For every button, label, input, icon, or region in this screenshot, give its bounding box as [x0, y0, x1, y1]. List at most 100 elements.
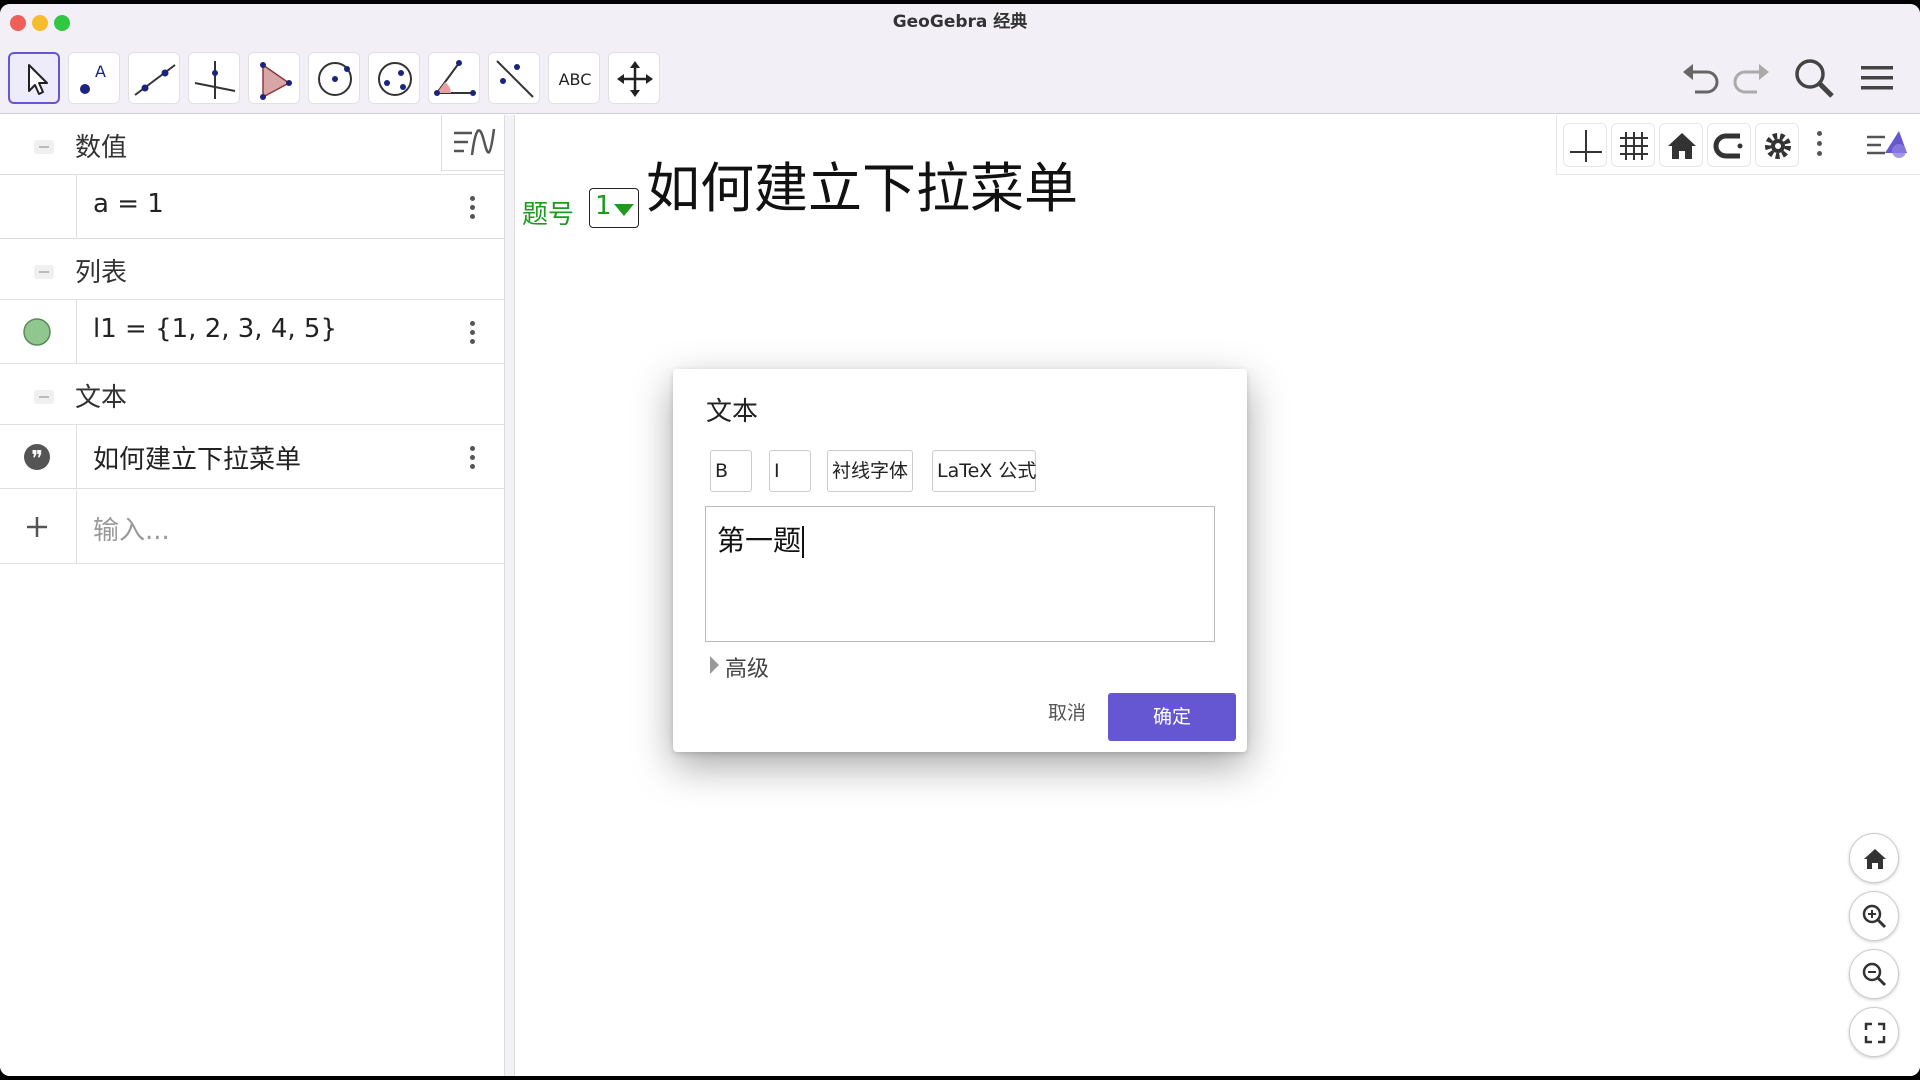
graphics-settings-button[interactable] — [1755, 123, 1799, 167]
move-graphics-tool-button[interactable] — [608, 52, 660, 104]
conic-tool-button[interactable] — [368, 52, 420, 104]
zoom-in-button[interactable] — [1849, 891, 1899, 941]
polygon-icon — [260, 62, 292, 100]
more-options-icon[interactable] — [1813, 129, 1825, 161]
svg-text:ABC: ABC — [559, 70, 592, 89]
algebra-view: 数值 a = 1 列表 l1 = {1, 2, 3, 4, 5} 文本 ❞ 如何… — [0, 115, 505, 1076]
svg-text:❞: ❞ — [31, 447, 43, 472]
quote-icon: ❞ — [24, 444, 50, 472]
search-button[interactable] — [1790, 54, 1838, 102]
dropdown-arrow-icon — [614, 204, 634, 216]
editor-text-value: 第一题 — [717, 524, 802, 557]
circle-icon — [318, 62, 352, 96]
section-label: 列表 — [75, 258, 128, 288]
svg-text:A: A — [95, 62, 106, 81]
section-header-text[interactable]: 文本 — [0, 365, 505, 425]
circle-tool-button[interactable] — [308, 52, 360, 104]
latex-formula-button[interactable]: LaTeX 公式 — [932, 450, 1036, 492]
main-menu-button[interactable] — [1853, 54, 1901, 102]
collapse-icon[interactable] — [34, 140, 54, 154]
fullscreen-button[interactable] — [1849, 1007, 1899, 1057]
more-options-icon[interactable] — [466, 443, 478, 473]
toolbar: A ABC — [0, 40, 1920, 114]
standard-view-button[interactable] — [1659, 123, 1703, 167]
home-icon — [1864, 849, 1886, 869]
redo-icon — [1733, 64, 1769, 94]
graphics-style-bar — [1556, 115, 1920, 175]
more-options-icon[interactable] — [466, 318, 478, 348]
collapse-icon[interactable] — [34, 390, 54, 404]
section-label: 文本 — [75, 383, 128, 413]
point-capturing-button[interactable] — [1707, 123, 1751, 167]
algebra-row-text1[interactable]: ❞ 如何建立下拉菜单 — [0, 425, 505, 489]
add-item-button[interactable] — [0, 490, 77, 564]
graphics-title-text[interactable]: 如何建立下拉菜单 — [646, 144, 1078, 223]
text-dialog: 文本 B I 衬线字体 LaTeX 公式 第一题 高级 取消 确定 — [673, 369, 1247, 752]
line-icon — [134, 64, 176, 96]
reflect-icon — [496, 60, 534, 98]
point-icon: A — [80, 62, 106, 94]
advanced-toggle[interactable]: 高级 — [725, 651, 769, 683]
axes-icon — [1570, 130, 1602, 162]
show-axes-button[interactable] — [1563, 123, 1607, 167]
zoom-in-icon — [1862, 904, 1887, 929]
panel-divider[interactable] — [505, 115, 515, 1076]
section-header-lists[interactable]: 列表 — [0, 240, 505, 300]
zoom-out-icon — [1862, 962, 1887, 987]
collapse-icon[interactable] — [34, 265, 54, 279]
dropdown-value: 1 — [595, 191, 612, 221]
line-tool-button[interactable] — [128, 52, 180, 104]
angle-icon — [434, 60, 476, 96]
magnet-capture-icon — [1713, 133, 1743, 159]
algebra-item-text[interactable]: l1 = {1, 2, 3, 4, 5} — [93, 314, 337, 344]
text-tool-icon: ABC — [559, 70, 592, 89]
reflect-tool-button[interactable] — [488, 52, 540, 104]
question-number-dropdown[interactable]: 1 — [589, 188, 639, 228]
algebra-row-a[interactable]: a = 1 — [0, 175, 505, 239]
cancel-button[interactable]: 取消 — [1017, 691, 1117, 735]
algebra-input-field[interactable]: 输入... — [93, 510, 170, 547]
section-label: 数值 — [75, 133, 128, 163]
visibility-toggle[interactable] — [0, 175, 77, 239]
redo-button[interactable] — [1727, 54, 1775, 102]
undo-button[interactable] — [1677, 54, 1725, 102]
show-grid-button[interactable] — [1611, 123, 1655, 167]
italic-button[interactable]: I — [769, 450, 811, 492]
move-graphics-icon — [617, 61, 653, 97]
algebra-item-text[interactable]: a = 1 — [93, 189, 164, 219]
plus-icon — [27, 517, 47, 537]
perpendicular-tool-button[interactable] — [188, 52, 240, 104]
toggle-style-bar-button[interactable] — [1861, 121, 1911, 169]
fullscreen-icon — [1864, 1022, 1886, 1044]
home-icon — [1668, 133, 1696, 159]
search-icon — [1795, 59, 1834, 98]
ok-button[interactable]: 确定 — [1108, 693, 1236, 741]
geogebra-window: GeoGebra 经典 A ABC 数值 a = 1 列表 l1 = {1, 2… — [0, 4, 1920, 1076]
visibility-toggle[interactable] — [0, 300, 77, 364]
zoom-out-button[interactable] — [1849, 949, 1899, 999]
algebra-input-row[interactable]: 输入... — [0, 490, 505, 564]
move-tool-button[interactable] — [8, 52, 60, 104]
editor-content[interactable]: 第一题 — [717, 519, 805, 559]
green-dot-icon — [23, 318, 51, 346]
polygon-tool-button[interactable] — [248, 52, 300, 104]
perpendicular-line-icon — [194, 61, 236, 99]
visibility-toggle[interactable]: ❞ — [0, 425, 77, 489]
standard-view-button[interactable] — [1849, 833, 1899, 883]
point-tool-button[interactable]: A — [68, 52, 120, 104]
move-arrow-icon — [28, 64, 48, 95]
serif-font-button[interactable]: 衬线字体 — [827, 450, 913, 492]
style-bar-toggle-icon — [1867, 131, 1907, 158]
title-bar: GeoGebra 经典 — [0, 4, 1920, 40]
algebra-item-text[interactable]: 如何建立下拉菜单 — [93, 439, 301, 476]
gear-icon — [1765, 133, 1791, 159]
text-editor[interactable]: 第一题 — [705, 506, 1215, 642]
section-header-numbers[interactable]: 数值 — [0, 115, 505, 175]
text-tool-button[interactable]: ABC — [548, 52, 600, 104]
algebra-row-l1[interactable]: l1 = {1, 2, 3, 4, 5} — [0, 300, 505, 364]
angle-tool-button[interactable] — [428, 52, 480, 104]
more-options-icon[interactable] — [466, 193, 478, 223]
expand-arrow-icon[interactable] — [710, 656, 719, 674]
grid-icon — [1620, 132, 1648, 160]
bold-button[interactable]: B — [710, 450, 752, 492]
